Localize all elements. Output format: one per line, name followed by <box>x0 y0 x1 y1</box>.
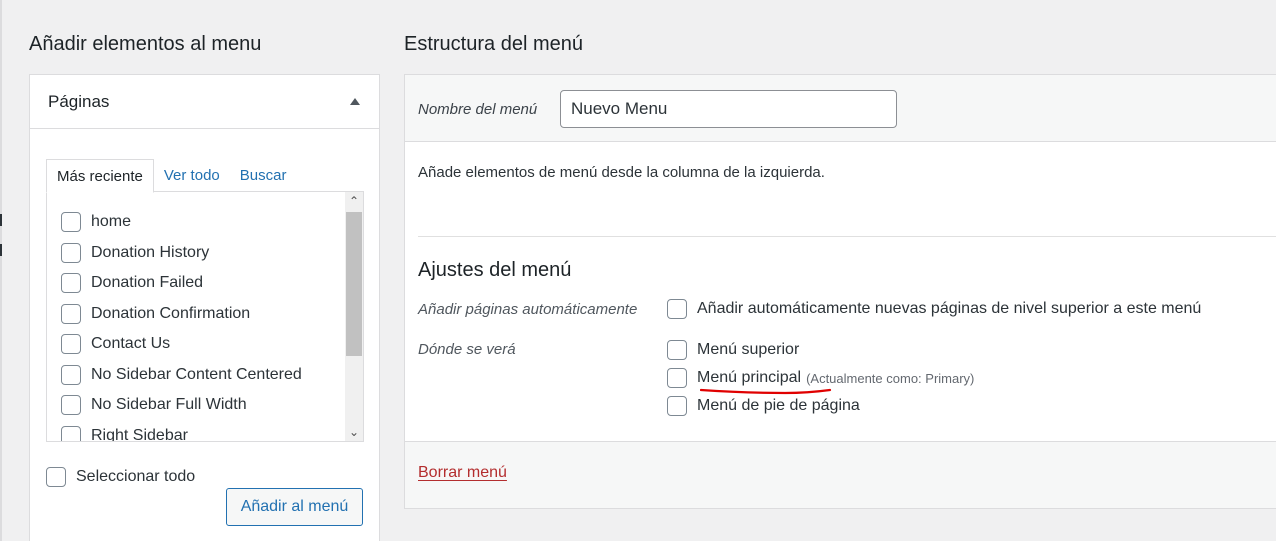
list-item[interactable]: Donation Confirmation <box>61 299 302 330</box>
location-option-primary[interactable]: Menú principal (Actualmente como: Primar… <box>667 368 974 388</box>
scroll-thumb[interactable] <box>346 212 362 356</box>
page-label: home <box>91 213 132 231</box>
page-label: Right Sidebar <box>91 426 188 442</box>
location-note: (Actualmente como: Primary) <box>806 370 975 386</box>
page-checkbox[interactable] <box>61 242 81 263</box>
list-item[interactable]: home <box>61 207 302 238</box>
tab-view-all[interactable]: Ver todo <box>154 159 230 192</box>
menu-settings-heading: Ajustes del menú <box>418 259 572 281</box>
divider <box>418 236 1276 237</box>
menu-name-input[interactable] <box>560 90 897 128</box>
edge-mark <box>0 214 2 226</box>
display-location-label: Dónde se verá <box>418 341 516 358</box>
auto-add-option-label: Añadir automáticamente nuevas páginas de… <box>697 300 1202 317</box>
location-option-top[interactable]: Menú superior <box>667 340 799 360</box>
location-checkbox[interactable] <box>667 396 687 416</box>
page-checkbox[interactable] <box>61 395 81 416</box>
page-label: No Sidebar Content Centered <box>91 365 302 383</box>
tab-search[interactable]: Buscar <box>230 159 297 192</box>
list-item[interactable]: Donation Failed <box>61 268 302 299</box>
collapse-arrow-icon[interactable] <box>350 98 360 105</box>
pages-list: home Donation History Donation Failed Do… <box>46 191 364 442</box>
pages-panel-title: Páginas <box>48 91 110 111</box>
page-label: Donation Confirmation <box>91 304 251 322</box>
red-underline-annotation <box>700 388 832 395</box>
menu-name-label: Nombre del menú <box>418 101 538 118</box>
list-item[interactable]: Donation History <box>61 238 302 269</box>
page-checkbox[interactable] <box>61 364 81 385</box>
list-item[interactable]: Right Sidebar <box>61 421 302 442</box>
edge-mark <box>0 244 2 256</box>
page-checkbox[interactable] <box>61 273 81 294</box>
location-label: Menú superior <box>697 341 800 358</box>
location-option-footer[interactable]: Menú de pie de página <box>667 396 860 416</box>
location-checkbox[interactable] <box>667 368 687 388</box>
page-label: Donation History <box>91 243 210 261</box>
menu-name-row: Nombre del menú <box>405 75 1276 142</box>
pages-tabs: Más reciente Ver todo Buscar <box>46 159 297 193</box>
page-checkbox[interactable] <box>61 334 81 355</box>
list-scrollbar[interactable]: ⌃ ⌄ <box>345 192 363 441</box>
pages-panel-header[interactable]: Páginas <box>30 75 379 129</box>
menu-structure-panel: Nombre del menú Añade elementos de menú … <box>404 74 1276 509</box>
pages-panel: Páginas Más reciente Ver todo Buscar hom… <box>29 74 380 541</box>
list-item[interactable]: Contact Us <box>61 329 302 360</box>
page-label: Donation Failed <box>91 274 204 292</box>
page-label: Contact Us <box>91 335 171 353</box>
list-item[interactable]: No Sidebar Content Centered <box>61 360 302 391</box>
page-checkbox[interactable] <box>61 425 81 441</box>
page-label: No Sidebar Full Width <box>91 396 247 414</box>
location-label: Menú principal <box>697 369 802 386</box>
menu-structure-heading: Estructura del menú <box>404 33 583 55</box>
window-edge <box>0 0 2 541</box>
auto-add-label: Añadir páginas automáticamente <box>418 301 638 318</box>
select-all-row[interactable]: Seleccionar todo <box>46 467 195 487</box>
add-to-menu-button[interactable]: Añadir al menú <box>226 488 363 526</box>
select-all-checkbox[interactable] <box>46 467 66 487</box>
select-all-label: Seleccionar todo <box>76 468 196 485</box>
auto-add-checkbox[interactable] <box>667 299 687 319</box>
menu-footer-row: Borrar menú <box>405 441 1276 508</box>
scroll-up-icon[interactable]: ⌃ <box>345 192 363 210</box>
scroll-down-icon[interactable]: ⌄ <box>345 423 363 441</box>
add-items-heading: Añadir elementos al menu <box>29 33 262 55</box>
tab-most-recent[interactable]: Más reciente <box>46 159 154 193</box>
auto-add-option[interactable]: Añadir automáticamente nuevas páginas de… <box>667 299 1201 319</box>
location-label: Menú de pie de página <box>697 397 860 414</box>
delete-menu-link[interactable]: Borrar menú <box>418 464 507 482</box>
list-item[interactable]: No Sidebar Full Width <box>61 390 302 421</box>
page-checkbox[interactable] <box>61 303 81 324</box>
location-checkbox[interactable] <box>667 340 687 360</box>
page-checkbox[interactable] <box>61 212 81 233</box>
empty-menu-hint: Añade elementos de menú desde la columna… <box>418 164 825 181</box>
